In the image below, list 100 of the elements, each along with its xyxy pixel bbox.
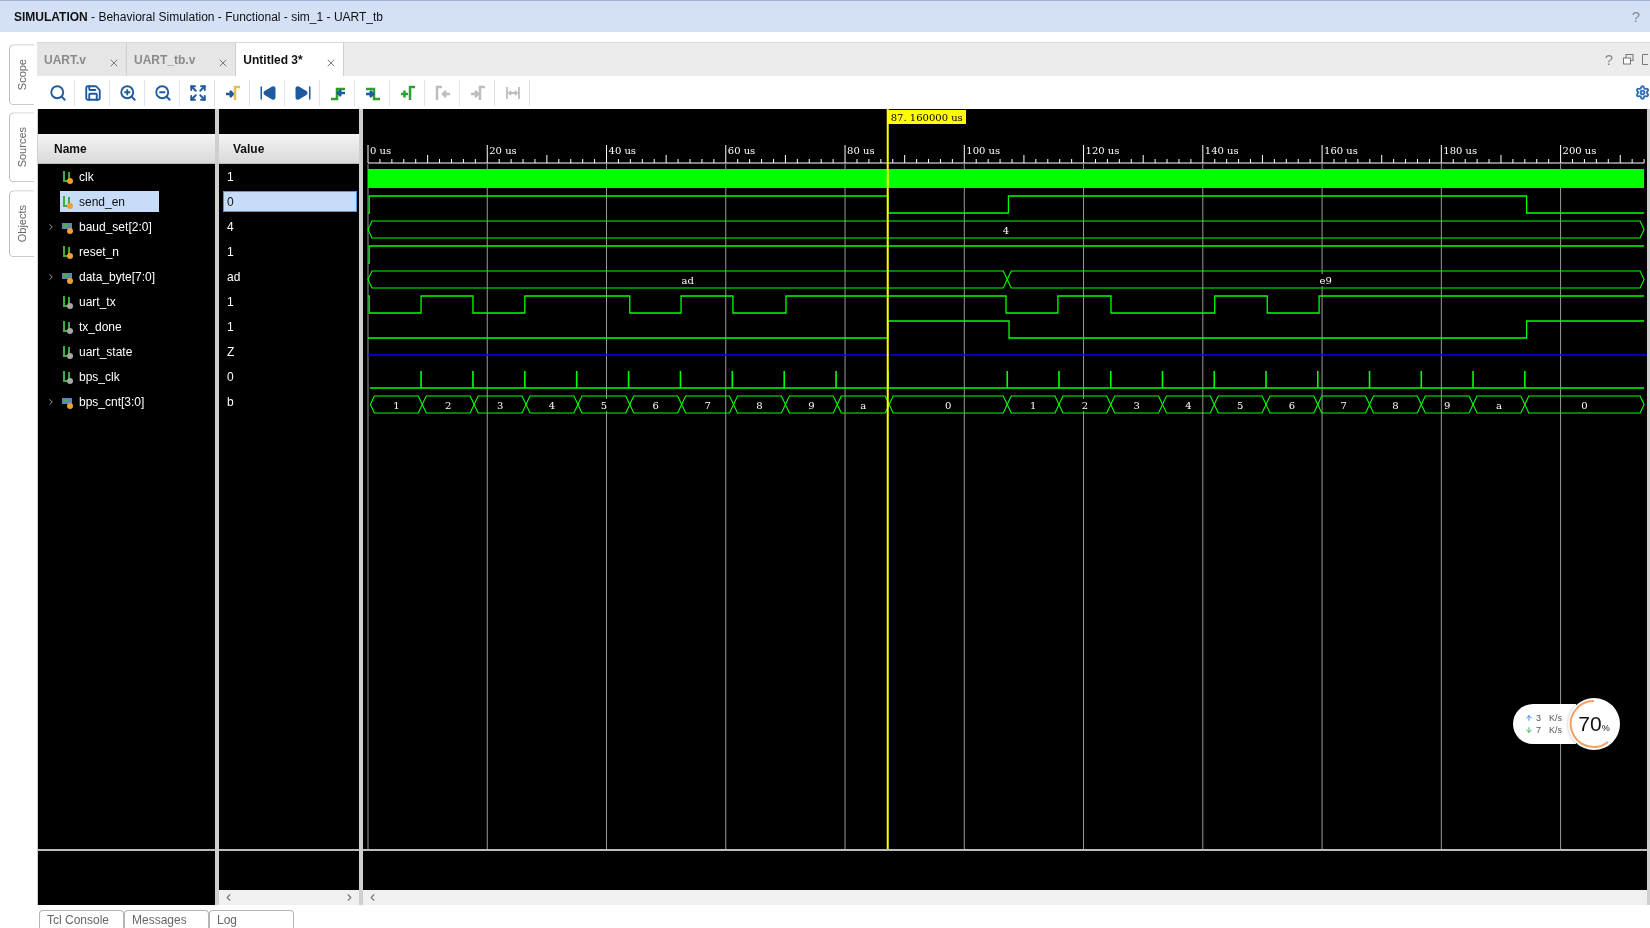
bus-value: 8 — [1392, 399, 1399, 411]
bus-value: ad — [681, 274, 694, 286]
plus-bracket-icon — [398, 83, 417, 102]
expand-chevron-icon[interactable] — [46, 396, 56, 407]
time-label: 20 us — [489, 145, 517, 156]
bus-value: a — [860, 399, 867, 411]
bus-segment — [1317, 395, 1371, 414]
bus-segment — [681, 395, 735, 414]
time-label: 140 us — [1204, 145, 1239, 156]
logic-signal-icon — [62, 169, 73, 184]
signal-value: 1 — [226, 168, 235, 186]
arrow-bracket-icon — [468, 83, 487, 102]
signal-item[interactable]: send_en — [60, 191, 159, 212]
signal-item[interactable]: uart_state — [60, 341, 159, 362]
signal-item[interactable]: bps_clk — [60, 366, 159, 387]
signal-name: clk — [79, 169, 94, 184]
bus-value: 9 — [1444, 399, 1451, 411]
tab-label: Untitled 3* — [243, 52, 303, 67]
editor-tab[interactable]: Untitled 3* — [236, 43, 344, 76]
signal-value: 1 — [226, 243, 235, 261]
download-arrow-icon — [1525, 726, 1533, 734]
logic-signal-icon — [62, 194, 73, 209]
time-label: 160 us — [1324, 145, 1358, 156]
arrow-bracket-icon — [223, 83, 242, 102]
bus-segment — [473, 395, 527, 414]
signal-value: b — [226, 393, 235, 411]
signal-item[interactable]: tx_done — [60, 316, 159, 337]
signal-item[interactable]: bps_cnt[3:0] — [60, 391, 159, 412]
time-label: 200 us — [1562, 145, 1597, 156]
bus-value: 3 — [1133, 399, 1140, 411]
time-label: 120 us — [1085, 145, 1120, 156]
maximize-icon[interactable] — [1642, 54, 1648, 65]
side-tab[interactable]: Scope — [9, 44, 34, 106]
tab-label: UART.v — [44, 52, 86, 67]
upload-arrow-icon — [1525, 714, 1533, 722]
signal-name: send_en — [79, 194, 126, 209]
skip-forward-icon — [293, 83, 312, 102]
bus-value: 4 — [548, 399, 556, 411]
signal-name: bps_clk — [79, 369, 120, 384]
signal-value: Z — [226, 343, 236, 361]
time-label: 60 us — [727, 145, 756, 156]
bracket-arrow-icon — [433, 83, 452, 102]
time-label: 100 us — [966, 145, 1001, 156]
bus-segment — [369, 395, 423, 414]
bus-segment — [1058, 395, 1112, 414]
signal-value: 1 — [226, 318, 235, 336]
bus-value: 0 — [1581, 399, 1588, 411]
bus-segment — [421, 395, 475, 414]
logic-signal-icon — [62, 369, 73, 384]
bus-value: 4 — [1185, 399, 1192, 411]
bus-segment — [732, 395, 786, 414]
logic-signal-icon — [62, 294, 73, 309]
time-label: 180 us — [1443, 145, 1478, 156]
signal-item[interactable]: baud_set[2:0] — [60, 216, 159, 237]
restore-icon[interactable] — [1623, 54, 1634, 65]
bus-segment — [1368, 395, 1422, 414]
bus-value: 3 — [496, 399, 504, 411]
signal-value: 0 — [223, 191, 357, 212]
bus-value: 6 — [652, 399, 659, 411]
signal-name: reset_n — [79, 244, 120, 259]
signal-item[interactable]: clk — [60, 166, 159, 187]
time-label: 40 us — [608, 145, 636, 156]
download-rate: 7 — [1536, 725, 1542, 735]
expand-arrows-icon — [188, 83, 207, 102]
bus-value: 4 — [1002, 224, 1010, 236]
panel-tab[interactable]: Messages — [124, 910, 209, 928]
bus-segment — [525, 395, 579, 414]
signal-name: baud_set[2:0] — [79, 219, 152, 234]
bus-segment — [1110, 395, 1164, 414]
bus-value: 5 — [600, 399, 607, 411]
bus-value: 2 — [1081, 399, 1089, 411]
upload-rate: 3 — [1536, 713, 1542, 723]
signal-item[interactable]: data_byte[7:0] — [60, 266, 160, 287]
side-tab[interactable]: Sources — [9, 112, 34, 183]
signal-name: uart_state — [79, 344, 133, 359]
skip-back-icon — [258, 83, 277, 102]
expand-chevron-icon[interactable] — [46, 221, 56, 232]
logic-signal-icon — [62, 319, 73, 334]
panel-tab[interactable]: Log — [209, 910, 294, 928]
bus-segment — [1265, 395, 1319, 414]
tab-label: UART_tb.v — [134, 52, 196, 67]
signal-item[interactable]: uart_tx — [60, 291, 159, 312]
time-label: 0 us — [370, 145, 392, 156]
side-tab[interactable]: Objects — [9, 189, 34, 257]
zoom-out-icon — [153, 83, 172, 102]
expand-chevron-icon[interactable] — [46, 271, 56, 282]
bus-segment — [629, 395, 683, 414]
bus-segment — [577, 395, 631, 414]
logic-signal-icon — [62, 344, 73, 359]
bus-value: 1 — [1029, 399, 1037, 411]
bus-segment — [1161, 395, 1215, 414]
signal-item[interactable]: reset_n — [60, 241, 159, 262]
panel-tab[interactable]: Tcl Console — [39, 910, 124, 928]
cursor-line[interactable] — [886, 109, 889, 849]
signal-name: uart_tx — [79, 294, 116, 309]
bus-value: 2 — [445, 399, 452, 411]
bus-value: 7 — [1340, 399, 1347, 411]
settings-icon[interactable] — [1635, 85, 1650, 100]
signal-name: data_byte[7:0] — [79, 269, 156, 284]
bus-value: 5 — [1236, 399, 1244, 411]
